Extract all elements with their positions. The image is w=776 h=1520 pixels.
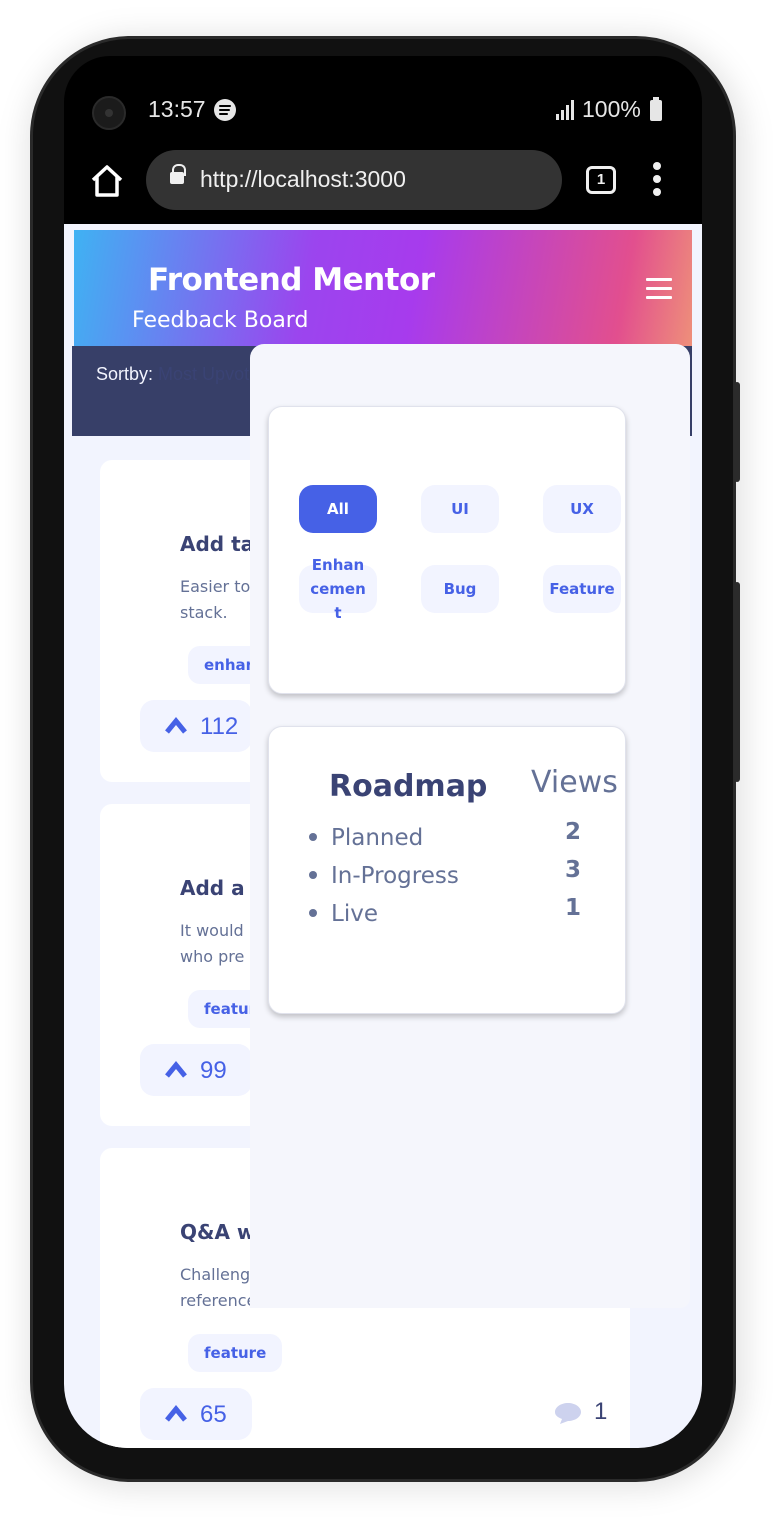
sort-label: Sortby: (96, 364, 154, 384)
camera-icon (92, 96, 126, 130)
volume-button (734, 382, 740, 482)
roadmap-item-live: Live (309, 901, 378, 927)
home-icon[interactable] (90, 164, 124, 198)
filter-chip-ux[interactable]: UX (543, 485, 621, 533)
browser-toolbar: http://localhost:3000 1 (64, 146, 702, 226)
more-vert-icon[interactable] (650, 162, 664, 198)
battery-icon (650, 97, 662, 121)
address-bar[interactable]: http://localhost:3000 (146, 150, 562, 210)
upvote-button[interactable]: 112 (140, 700, 252, 752)
status-time: 13:57 (148, 96, 206, 122)
phone-screen: 13:57 100% http://localhost:3000 1 Front… (64, 56, 702, 1448)
feedback-title[interactable]: Q&A w (180, 1220, 255, 1244)
upvote-button[interactable]: 99 (140, 1044, 252, 1096)
filter-chip-ui[interactable]: UI (421, 485, 499, 533)
web-page: Frontend Mentor Feedback Board Sortby: M… (64, 224, 702, 1448)
filter-chip-enhancement[interactable]: Enhancement (299, 556, 377, 622)
lock-icon (170, 164, 186, 184)
roadmap-count-live: 1 (565, 895, 582, 921)
filter-chip-feature[interactable]: Feature (543, 565, 621, 613)
feedback-tag[interactable]: feature (188, 1334, 283, 1372)
spotify-icon (214, 99, 236, 121)
roadmap-count-in-progress: 3 (565, 857, 582, 883)
upvote-count: 99 (200, 1057, 227, 1084)
comment-count: 1 (594, 1398, 608, 1425)
hamburger-icon[interactable] (646, 278, 672, 300)
brand-subtitle: Feedback Board (132, 308, 309, 333)
category-filter-card: All UI UX Enhancement Bug Feature (268, 406, 626, 694)
roadmap-card: Roadmap Views Planned 2 In-Progress 3 Li… (268, 726, 626, 1014)
url-text: http://localhost:3000 (200, 166, 406, 192)
mobile-menu-drawer: All UI UX Enhancement Bug Feature Roadma… (250, 344, 690, 1308)
tabs-button[interactable]: 1 (586, 166, 616, 194)
roadmap-title: Roadmap (329, 769, 488, 804)
header-banner: Frontend Mentor Feedback Board (74, 230, 692, 346)
feedback-title[interactable]: Add a (180, 876, 245, 900)
filter-chip-all[interactable]: All (299, 485, 377, 533)
roadmap-item-planned: Planned (309, 825, 423, 851)
roadmap-count-planned: 2 (565, 819, 582, 845)
power-button (734, 582, 740, 782)
roadmap-views-link[interactable]: Views (531, 765, 618, 800)
chevron-up-icon (165, 1405, 187, 1422)
chevron-up-icon (165, 1061, 187, 1078)
upvote-button[interactable]: 65 (140, 1388, 252, 1440)
chevron-up-icon (165, 717, 187, 734)
signal-icon (556, 100, 576, 120)
roadmap-item-in-progress: In-Progress (309, 863, 459, 889)
comment-icon (555, 1403, 581, 1424)
brand-title: Frontend Mentor (148, 262, 435, 298)
feedback-title[interactable]: Add ta (180, 532, 254, 556)
upvote-count: 65 (200, 1401, 227, 1428)
upvote-count: 112 (200, 713, 239, 740)
filter-chip-bug[interactable]: Bug (421, 565, 499, 613)
battery-percent: 100% (582, 96, 641, 122)
